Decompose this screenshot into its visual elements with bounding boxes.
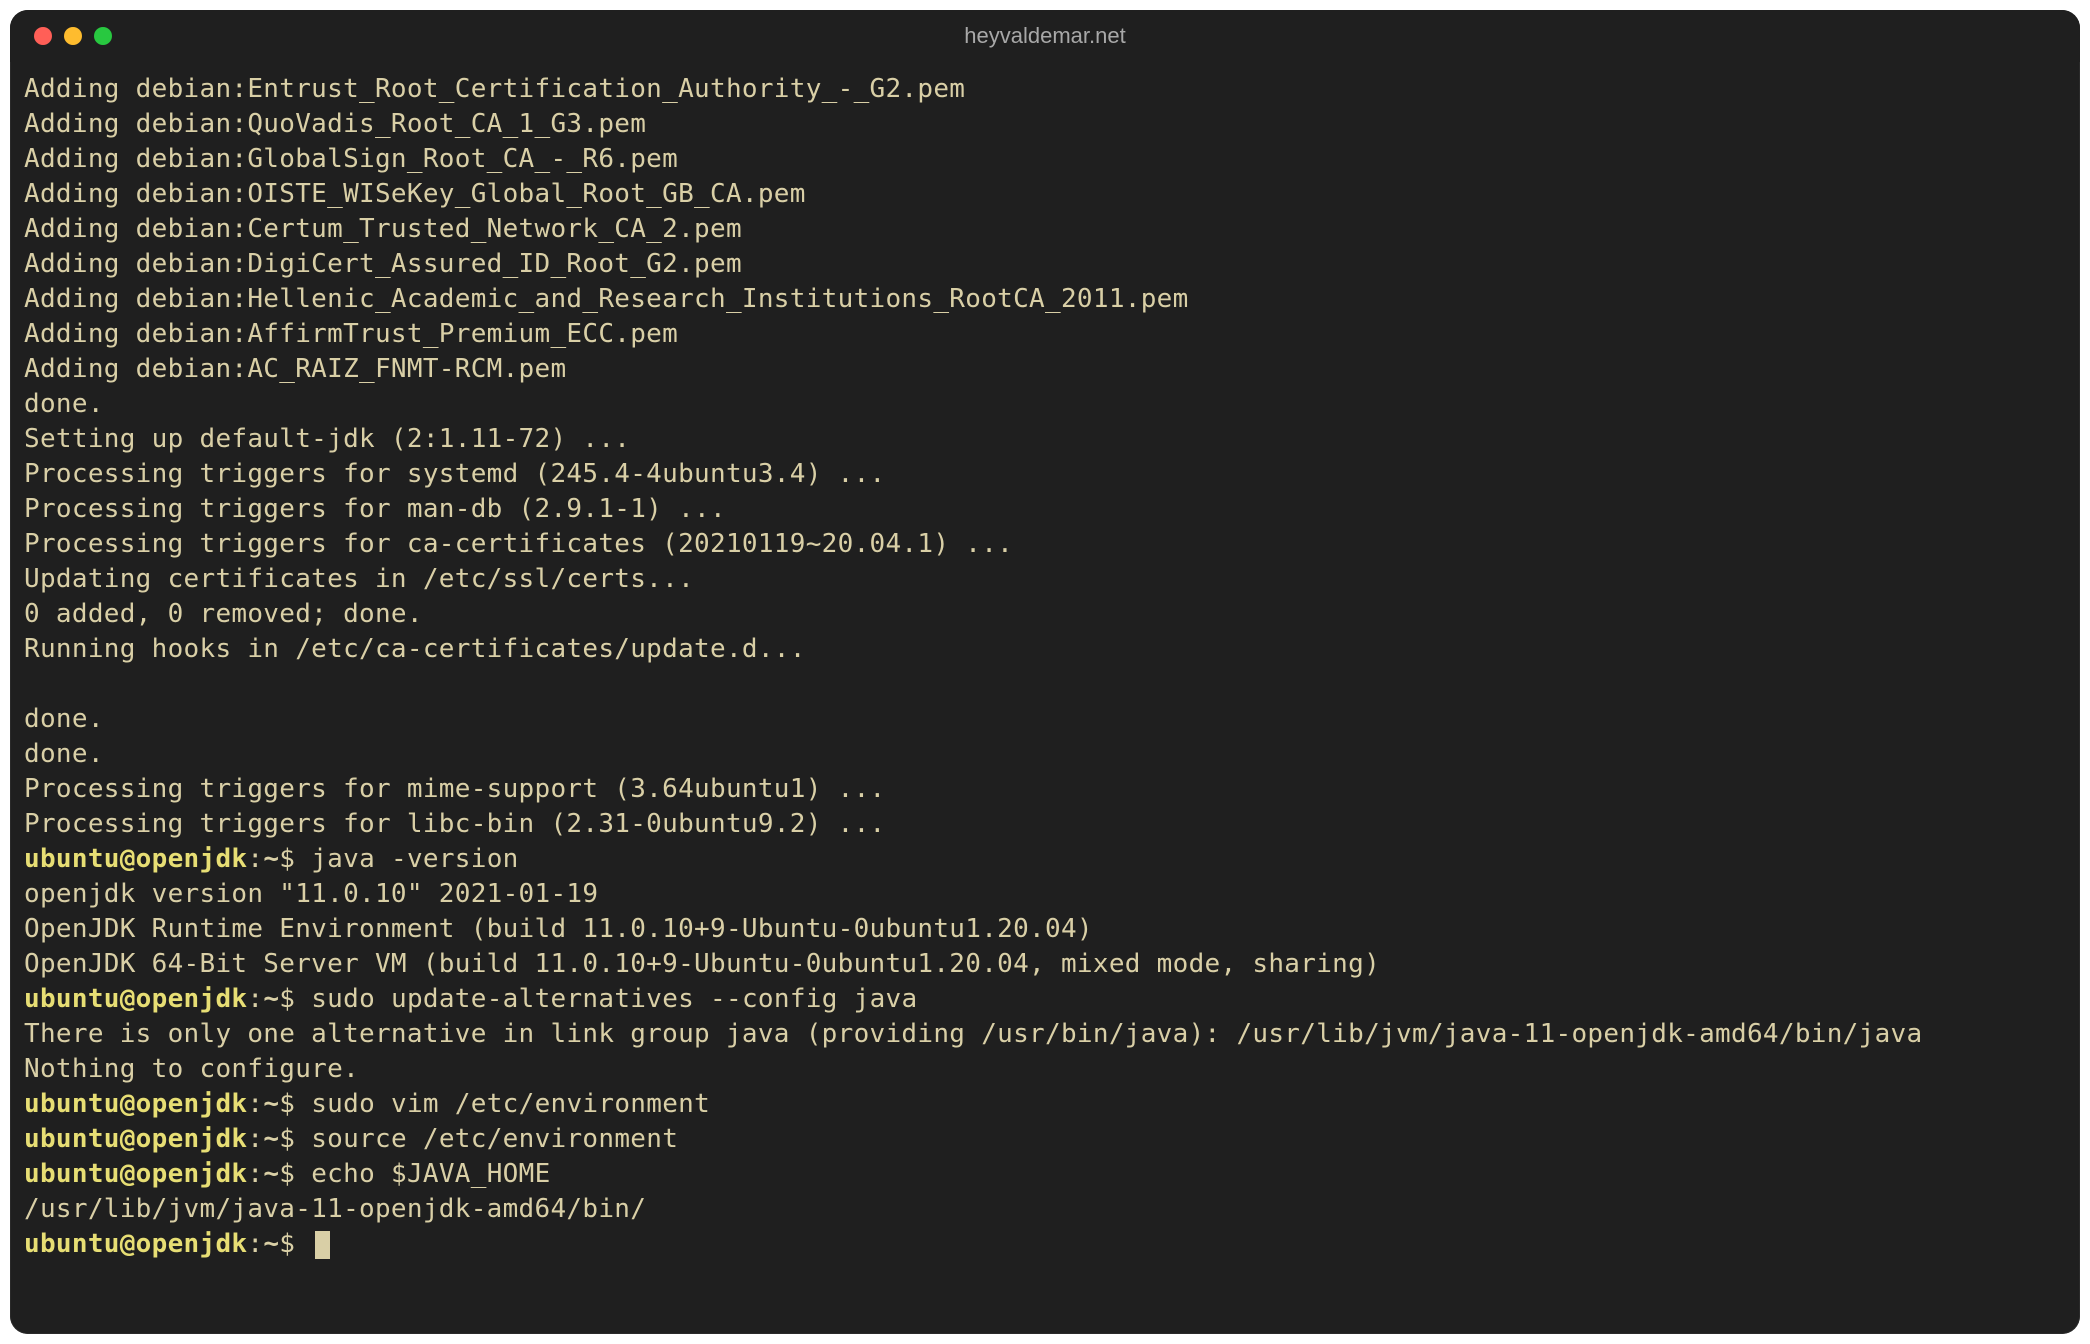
prompt-dollar: $ <box>279 984 311 1014</box>
terminal-prompt-line: ubuntu@openjdk:~$ echo $JAVA_HOME <box>24 1157 2066 1192</box>
prompt-command: source /etc/environment <box>311 1124 678 1154</box>
terminal-window: heyvaldemar.net Adding debian:Entrust_Ro… <box>10 10 2080 1334</box>
prompt-path: ~ <box>263 1159 279 1189</box>
prompt-dollar: $ <box>279 844 311 874</box>
terminal-output-line: Adding debian:Entrust_Root_Certification… <box>24 72 2066 107</box>
prompt-path: ~ <box>263 1089 279 1119</box>
prompt-dollar: $ <box>279 1229 311 1259</box>
prompt-path: ~ <box>263 844 279 874</box>
terminal-output-line: Processing triggers for libc-bin (2.31-0… <box>24 807 2066 842</box>
prompt-colon: : <box>247 844 263 874</box>
terminal-output-line <box>24 667 2066 702</box>
prompt-path: ~ <box>263 1124 279 1154</box>
prompt-path: ~ <box>263 1229 279 1259</box>
terminal-prompt-line: ubuntu@openjdk:~$ <box>24 1227 2066 1262</box>
terminal-output-line: There is only one alternative in link gr… <box>24 1017 2066 1052</box>
close-icon[interactable] <box>34 27 52 45</box>
terminal-output-line: Updating certificates in /etc/ssl/certs.… <box>24 562 2066 597</box>
prompt-command: java -version <box>311 844 518 874</box>
terminal-prompt-line: ubuntu@openjdk:~$ java -version <box>24 842 2066 877</box>
terminal-output-line: Running hooks in /etc/ca-certificates/up… <box>24 632 2066 667</box>
prompt-colon: : <box>247 1229 263 1259</box>
traffic-lights <box>34 27 112 45</box>
terminal-output-line: Adding debian:GlobalSign_Root_CA_-_R6.pe… <box>24 142 2066 177</box>
terminal-output-line: done. <box>24 702 2066 737</box>
terminal-prompt-line: ubuntu@openjdk:~$ sudo vim /etc/environm… <box>24 1087 2066 1122</box>
prompt-user: ubuntu@openjdk <box>24 1089 247 1119</box>
terminal-output-line: Processing triggers for man-db (2.9.1-1)… <box>24 492 2066 527</box>
prompt-dollar: $ <box>279 1159 311 1189</box>
terminal-prompt-line: ubuntu@openjdk:~$ source /etc/environmen… <box>24 1122 2066 1157</box>
terminal-output-line: /usr/lib/jvm/java-11-openjdk-amd64/bin/ <box>24 1192 2066 1227</box>
terminal-output-line: 0 added, 0 removed; done. <box>24 597 2066 632</box>
prompt-user: ubuntu@openjdk <box>24 984 247 1014</box>
maximize-icon[interactable] <box>94 27 112 45</box>
prompt-colon: : <box>247 1124 263 1154</box>
minimize-icon[interactable] <box>64 27 82 45</box>
prompt-user: ubuntu@openjdk <box>24 1159 247 1189</box>
prompt-command: sudo vim /etc/environment <box>311 1089 710 1119</box>
prompt-dollar: $ <box>279 1089 311 1119</box>
titlebar: heyvaldemar.net <box>10 10 2080 62</box>
prompt-colon: : <box>247 984 263 1014</box>
prompt-user: ubuntu@openjdk <box>24 1124 247 1154</box>
terminal-output-line: openjdk version "11.0.10" 2021-01-19 <box>24 877 2066 912</box>
prompt-command: sudo update-alternatives --config java <box>311 984 917 1014</box>
terminal-output-line: Adding debian:QuoVadis_Root_CA_1_G3.pem <box>24 107 2066 142</box>
terminal-output-line: Adding debian:OISTE_WISeKey_Global_Root_… <box>24 177 2066 212</box>
terminal-output-line: Setting up default-jdk (2:1.11-72) ... <box>24 422 2066 457</box>
terminal-output-line: Adding debian:AC_RAIZ_FNMT-RCM.pem <box>24 352 2066 387</box>
terminal-output-line: done. <box>24 737 2066 772</box>
prompt-colon: : <box>247 1089 263 1119</box>
prompt-command: echo $JAVA_HOME <box>311 1159 550 1189</box>
terminal-output-line: Processing triggers for mime-support (3.… <box>24 772 2066 807</box>
terminal-output-line: Nothing to configure. <box>24 1052 2066 1087</box>
prompt-user: ubuntu@openjdk <box>24 844 247 874</box>
terminal-output-line: Adding debian:Certum_Trusted_Network_CA_… <box>24 212 2066 247</box>
terminal-output-line: Adding debian:AffirmTrust_Premium_ECC.pe… <box>24 317 2066 352</box>
terminal-output-line: Processing triggers for ca-certificates … <box>24 527 2066 562</box>
prompt-path: ~ <box>263 984 279 1014</box>
terminal-output-line: Adding debian:Hellenic_Academic_and_Rese… <box>24 282 2066 317</box>
terminal-output-line: Adding debian:DigiCert_Assured_ID_Root_G… <box>24 247 2066 282</box>
window-title: heyvaldemar.net <box>964 23 1125 49</box>
terminal-output-line: OpenJDK 64-Bit Server VM (build 11.0.10+… <box>24 947 2066 982</box>
terminal-output-line: OpenJDK Runtime Environment (build 11.0.… <box>24 912 2066 947</box>
terminal-output-line: done. <box>24 387 2066 422</box>
terminal-output-line: Processing triggers for systemd (245.4-4… <box>24 457 2066 492</box>
prompt-colon: : <box>247 1159 263 1189</box>
prompt-user: ubuntu@openjdk <box>24 1229 247 1259</box>
terminal-body[interactable]: Adding debian:Entrust_Root_Certification… <box>10 62 2080 1276</box>
prompt-dollar: $ <box>279 1124 311 1154</box>
terminal-prompt-line: ubuntu@openjdk:~$ sudo update-alternativ… <box>24 982 2066 1017</box>
cursor-icon <box>315 1231 330 1259</box>
